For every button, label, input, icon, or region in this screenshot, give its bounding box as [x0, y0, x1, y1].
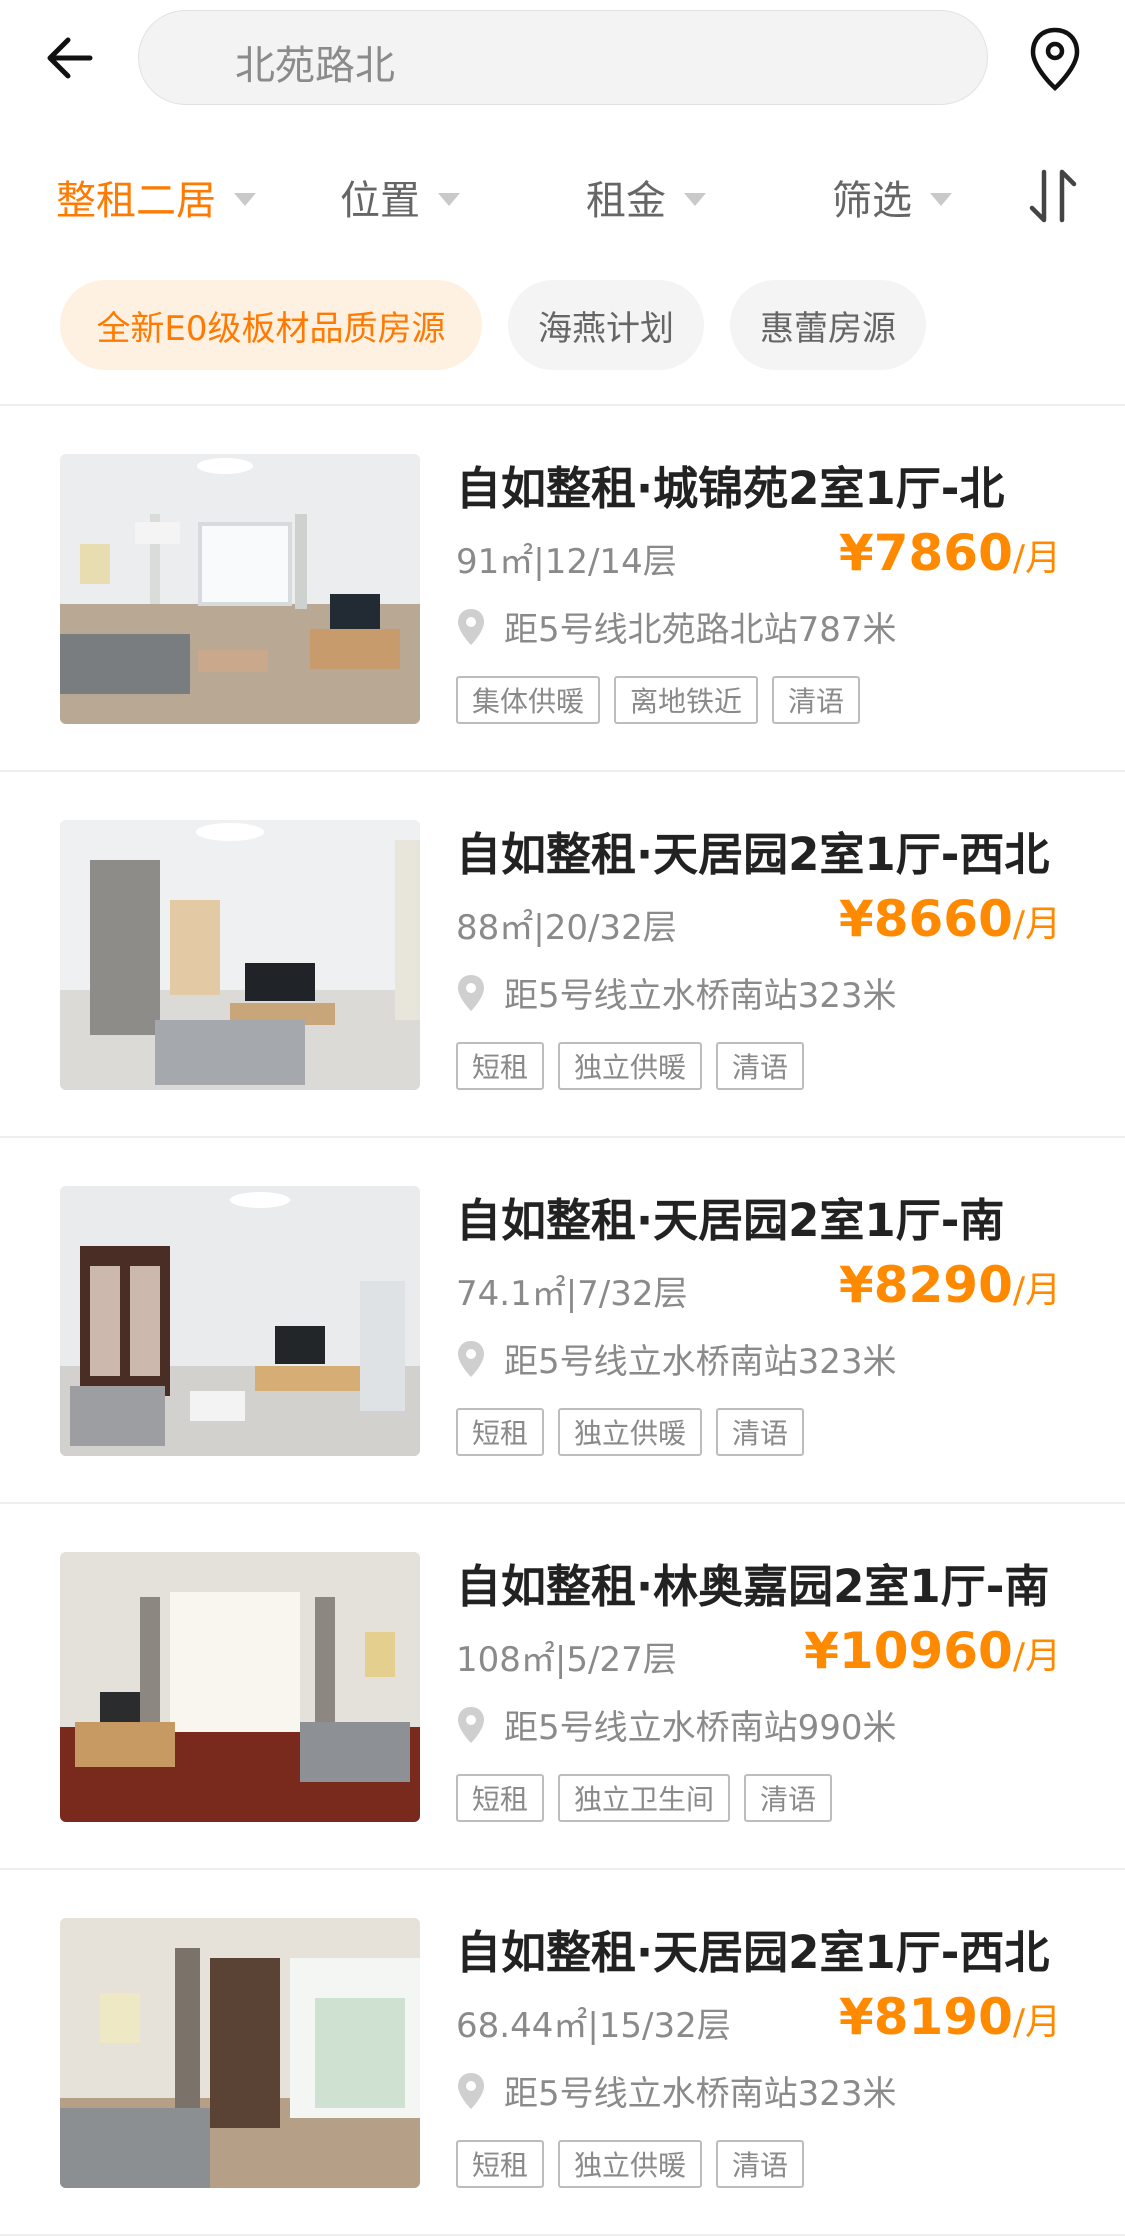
price-unit: /月 — [1012, 1636, 1061, 1677]
search-input[interactable]: 北苑路北 — [138, 10, 988, 105]
listing-item[interactable]: 自如整租·天居园2室1厅-南 74.1㎡|7/32层 ¥8290/月 距5号线立… — [0, 1138, 1125, 1504]
tag: 清语 — [772, 676, 861, 724]
tag: 短租 — [456, 1408, 545, 1456]
tag: 独立卫生间 — [558, 1774, 731, 1822]
listing-price: ¥8290/月 — [839, 1256, 1061, 1314]
chevron-down-icon — [234, 192, 256, 206]
map-pin-icon — [458, 974, 484, 1011]
price-amount: ¥8190 — [838, 1988, 1013, 2046]
listing-distance: 距5号线立水桥南站323米 — [456, 2066, 897, 2115]
tag: 集体供暖 — [456, 676, 601, 724]
listing-meta: 74.1㎡|7/32层 — [456, 1274, 688, 1314]
listing-item[interactable]: 自如整租·城锦苑2室1厅-北 91㎡|12/14层 ¥7860/月 距5号线北苑… — [0, 406, 1125, 772]
distance-text: 距5号线立水桥南站323米 — [504, 976, 897, 1016]
map-pin-icon — [458, 2072, 484, 2109]
chip-huilei-listing[interactable]: 惠蕾房源 — [730, 280, 926, 370]
room-photo — [60, 820, 420, 1090]
listing-distance: 距5号线立水桥南站323米 — [456, 1334, 897, 1383]
listing-tags: 集体供暖 离地铁近 清语 — [456, 676, 861, 724]
filter-tab-label: 整租二居 — [56, 178, 216, 224]
tag: 短租 — [456, 1774, 545, 1822]
search-text: 北苑路北 — [235, 43, 395, 89]
listing-title: 自如整租·天居园2室1厅-西北 — [456, 828, 1050, 881]
listing-title: 自如整租·天居园2室1厅-南 — [456, 1194, 1005, 1247]
sort-icon[interactable] — [1028, 166, 1078, 226]
listing-distance: 距5号线立水桥南站323米 — [456, 968, 897, 1017]
listing-item[interactable]: 自如整租·天居园2室1厅-西北 68.44㎡|15/32层 ¥8190/月 距5… — [0, 1870, 1125, 2236]
filter-tab-label: 筛选 — [832, 178, 912, 224]
chevron-down-icon — [684, 192, 706, 206]
listing-tags: 短租 独立供暖 清语 — [456, 2140, 805, 2188]
tag: 清语 — [716, 1408, 805, 1456]
listing-tags: 短租 独立卫生间 清语 — [456, 1774, 833, 1822]
tag: 清语 — [716, 2140, 805, 2188]
listing-title: 自如整租·林奥嘉园2室1厅-南 — [456, 1560, 1050, 1613]
distance-text: 距5号线立水桥南站990米 — [504, 1708, 897, 1748]
distance-text: 距5号线北苑路北站787米 — [504, 610, 897, 650]
room-photo — [60, 1552, 420, 1822]
price-amount: ¥8290 — [838, 1256, 1013, 1314]
room-photo — [60, 1186, 420, 1456]
price-unit: /月 — [1012, 1270, 1061, 1311]
price-unit: /月 — [1012, 538, 1061, 579]
tag: 短租 — [456, 1042, 545, 1090]
tag: 清语 — [716, 1042, 805, 1090]
tag: 清语 — [744, 1774, 833, 1822]
listing-title: 自如整租·城锦苑2室1厅-北 — [456, 462, 1005, 515]
listing-title: 自如整租·天居园2室1厅-西北 — [456, 1926, 1050, 1979]
price-unit: /月 — [1012, 2002, 1061, 2043]
listing-distance: 距5号线立水桥南站990米 — [456, 1700, 897, 1749]
listing-price: ¥7860/月 — [839, 524, 1061, 582]
listing-meta: 88㎡|20/32层 — [456, 908, 677, 948]
listing-tags: 短租 独立供暖 清语 — [456, 1408, 805, 1456]
room-photo — [60, 1918, 420, 2188]
listing-meta: 91㎡|12/14层 — [456, 542, 677, 582]
tag: 短租 — [456, 2140, 545, 2188]
tag: 独立供暖 — [558, 2140, 703, 2188]
map-pin-icon — [458, 1706, 484, 1743]
filter-bar: 整租二居 位置 租金 筛选 — [0, 150, 1125, 240]
listing-distance: 距5号线北苑路北站787米 — [456, 602, 897, 651]
map-pin-icon — [458, 1340, 484, 1377]
tag: 独立供暖 — [558, 1042, 703, 1090]
listing-price: ¥8190/月 — [839, 1988, 1061, 2046]
listing-price: ¥10960/月 — [804, 1622, 1061, 1680]
price-amount: ¥8660 — [838, 890, 1013, 948]
filter-tab-rent[interactable]: 租金 — [586, 168, 706, 226]
price-amount: ¥10960 — [804, 1622, 1013, 1680]
filter-tab-label: 位置 — [340, 178, 420, 224]
filter-tab-location[interactable]: 位置 — [340, 168, 460, 226]
listing-item[interactable]: 自如整租·天居园2室1厅-西北 88㎡|20/32层 ¥8660/月 距5号线立… — [0, 772, 1125, 1138]
listing-meta: 68.44㎡|15/32层 — [456, 2006, 731, 2046]
filter-tab-layout[interactable]: 整租二居 — [56, 168, 256, 226]
price-amount: ¥7860 — [838, 524, 1013, 582]
price-unit: /月 — [1012, 904, 1061, 945]
chevron-down-icon — [930, 192, 952, 206]
location-pin-icon[interactable] — [1022, 24, 1088, 94]
back-arrow-icon[interactable] — [38, 26, 102, 90]
chip-haiyan-plan[interactable]: 海燕计划 — [508, 280, 704, 370]
map-pin-icon — [458, 608, 484, 645]
distance-text: 距5号线立水桥南站323米 — [504, 2074, 897, 2114]
tag: 离地铁近 — [614, 676, 759, 724]
distance-text: 距5号线立水桥南站323米 — [504, 1342, 897, 1382]
listing-tags: 短租 独立供暖 清语 — [456, 1042, 805, 1090]
chip-e0-board[interactable]: 全新E0级板材品质房源 — [60, 280, 482, 370]
tag: 独立供暖 — [558, 1408, 703, 1456]
listing-meta: 108㎡|5/27层 — [456, 1640, 677, 1680]
chevron-down-icon — [438, 192, 460, 206]
tag-chips: 全新E0级板材品质房源 海燕计划 惠蕾房源 — [0, 280, 1125, 370]
top-bar: 北苑路北 — [0, 0, 1125, 120]
listing-list: 自如整租·城锦苑2室1厅-北 91㎡|12/14层 ¥7860/月 距5号线北苑… — [0, 406, 1125, 2236]
listing-item[interactable]: 自如整租·林奥嘉园2室1厅-南 108㎡|5/27层 ¥10960/月 距5号线… — [0, 1504, 1125, 1870]
room-photo — [60, 454, 420, 724]
listing-price: ¥8660/月 — [839, 890, 1061, 948]
filter-tab-more[interactable]: 筛选 — [832, 168, 952, 226]
filter-tab-label: 租金 — [586, 178, 666, 224]
